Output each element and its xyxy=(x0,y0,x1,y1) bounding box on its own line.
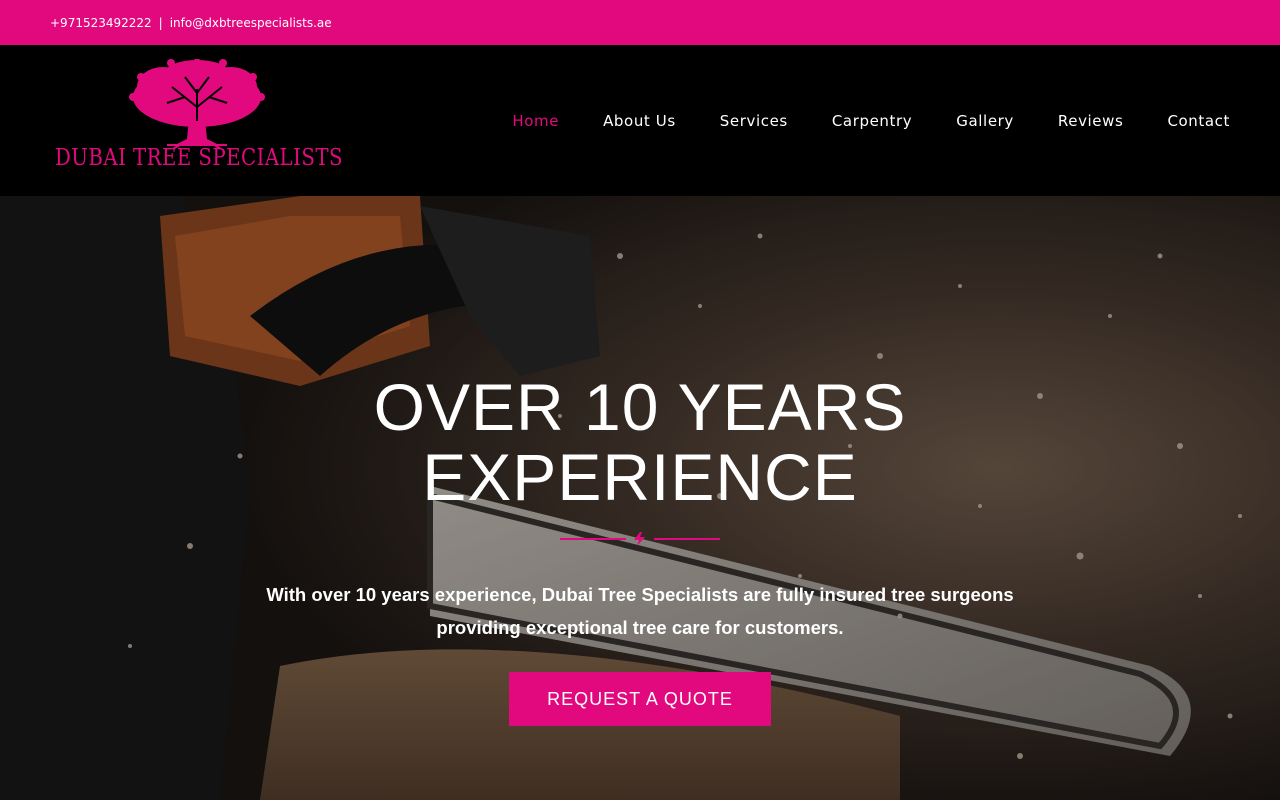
hero-description-line-2: providing exceptional tree care for cust… xyxy=(436,617,844,638)
nav-item-gallery[interactable]: Gallery xyxy=(956,112,1014,130)
nav-item-home[interactable]: Home xyxy=(512,112,559,130)
hero-title: OVER 10 YEARS EXPERIENCE xyxy=(0,372,1280,512)
contact-separator: | xyxy=(158,15,163,30)
lightning-icon xyxy=(560,532,720,546)
tree-icon xyxy=(129,59,265,149)
nav-item-contact[interactable]: Contact xyxy=(1167,112,1230,130)
main-nav: Home About Us Services Carpentry Gallery… xyxy=(468,45,1230,196)
hero-description: With over 10 years experience, Dubai Tre… xyxy=(200,578,1080,644)
hero-title-line-1: OVER 10 YEARS xyxy=(373,370,907,444)
hero-section: OVER 10 YEARS EXPERIENCE With over 10 ye… xyxy=(0,196,1280,800)
hero-title-line-2: EXPERIENCE xyxy=(422,440,858,514)
request-quote-button[interactable]: REQUEST A QUOTE xyxy=(509,672,771,726)
nav-item-services[interactable]: Services xyxy=(720,112,788,130)
nav-item-carpentry[interactable]: Carpentry xyxy=(832,112,912,130)
nav-item-reviews[interactable]: Reviews xyxy=(1058,112,1124,130)
phone-link[interactable]: +971523492222 xyxy=(50,16,152,30)
nav-item-about-us[interactable]: About Us xyxy=(603,112,676,130)
email-link[interactable]: info@dxbtreespecialists.ae xyxy=(170,16,332,30)
top-contact-bar: +971523492222 | info@dxbtreespecialists.… xyxy=(0,0,1280,45)
site-header: DUBAI TREE SPECIALISTS Home About Us Ser… xyxy=(0,45,1280,196)
site-logo[interactable]: DUBAI TREE SPECIALISTS xyxy=(55,59,345,184)
logo-wordmark: DUBAI TREE SPECIALISTS xyxy=(55,145,343,171)
hero-description-line-1: With over 10 years experience, Dubai Tre… xyxy=(266,584,1014,605)
